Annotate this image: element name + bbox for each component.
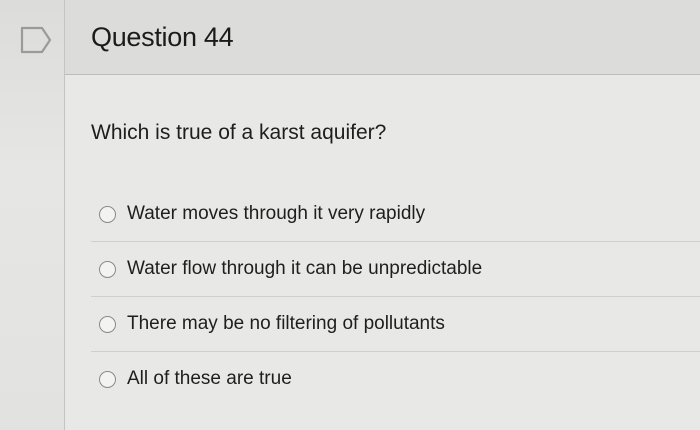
answer-option-4[interactable]: All of these are true — [91, 351, 700, 406]
answer-option-label: Water flow through it can be unpredictab… — [127, 258, 483, 279]
radio-button[interactable] — [99, 315, 116, 333]
radio-button[interactable] — [99, 370, 116, 388]
answer-option-2[interactable]: Water flow through it can be unpredictab… — [91, 241, 700, 296]
answer-option-label: All of these are true — [127, 368, 292, 389]
quiz-page: Question 44 Which is true of a karst aqu… — [0, 0, 700, 430]
question-title: Question 44 — [91, 22, 234, 52]
answer-options: Water moves through it very rapidly Wate… — [91, 187, 700, 406]
answer-option-label: There may be no filtering of pollutants — [127, 313, 445, 334]
answer-option-3[interactable]: There may be no filtering of pollutants — [91, 296, 700, 351]
answer-option-label: Water moves through it very rapidly — [127, 203, 426, 224]
answer-option-1[interactable]: Water moves through it very rapidly — [91, 187, 700, 241]
radio-button[interactable] — [99, 260, 116, 278]
question-header: Question 44 — [65, 0, 700, 75]
question-prompt: Which is true of a karst aquifer? — [91, 121, 387, 144]
question-card: Question 44 Which is true of a karst aqu… — [64, 0, 700, 430]
bookmark-flag-icon[interactable] — [18, 24, 58, 56]
question-body: Which is true of a karst aquifer? Water … — [65, 75, 700, 430]
radio-button[interactable] — [99, 205, 116, 223]
